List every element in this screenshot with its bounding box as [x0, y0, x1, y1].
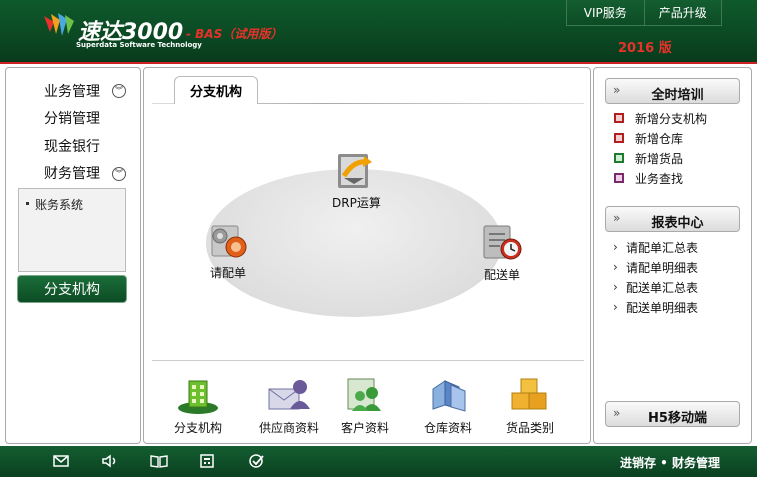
- training-link-business-search[interactable]: 业务查找: [635, 170, 683, 187]
- quick-branch[interactable]: 分支机构: [174, 375, 222, 436]
- node-label: DRP运算: [332, 196, 381, 210]
- gear-order-icon: [211, 225, 247, 258]
- quick-label: 仓库资料: [424, 421, 473, 435]
- sidebar-item-distribution[interactable]: 分销管理: [44, 109, 100, 129]
- arrow-right-icon: ›: [613, 300, 618, 314]
- h5-mobile-button[interactable]: » H5移动端: [605, 401, 740, 427]
- training-link-add-goods[interactable]: 新增货品: [635, 150, 683, 167]
- sidebar-item-finance[interactable]: 财务管理: [44, 164, 100, 184]
- report-center-title: 报表中心: [651, 216, 704, 231]
- brand-logo-icon: [44, 13, 74, 36]
- warehouse-icon: [432, 380, 466, 412]
- report-link-delivery-summary[interactable]: 配送单汇总表: [626, 279, 698, 296]
- quick-label: 客户资料: [341, 421, 390, 435]
- main-panel: 分支机构 DRP运算 请配单 配送单 分支机构 供应商资料 客户资料 仓库资料 …: [143, 67, 591, 444]
- arrow-right-icon: ›: [613, 240, 618, 254]
- report-link-request-detail[interactable]: 请配单明细表: [626, 259, 698, 276]
- sidebar-item-cash-bank[interactable]: 现金银行: [44, 137, 100, 157]
- chevron-down-icon[interactable]: ︾: [112, 84, 126, 98]
- training-link-add-branch[interactable]: 新增分支机构: [635, 110, 707, 127]
- node-label: 配送单: [483, 268, 520, 282]
- red-book-icon: [614, 133, 624, 143]
- arrow-right-icon: ›: [613, 280, 618, 294]
- red-book-icon: [614, 113, 624, 123]
- quick-label: 供应商资料: [259, 421, 320, 435]
- report-link-delivery-detail[interactable]: 配送单明细表: [626, 299, 698, 316]
- goods-boxes-icon: [511, 378, 547, 410]
- header-bar: 速达3000 Superdata Software Technology - B…: [0, 0, 757, 64]
- delivery-clock-icon: [483, 225, 522, 260]
- finance-submenu: 账务系统: [18, 188, 126, 272]
- quick-supplier[interactable]: 供应商资料: [259, 375, 319, 436]
- training-button[interactable]: » 全时培训: [605, 78, 740, 104]
- branch-module-button[interactable]: 分支机构: [17, 275, 127, 303]
- check-circle-icon[interactable]: [247, 453, 265, 469]
- right-panel: » 全时培训 新增分支机构 新增仓库 新增货品 业务查找 » 报表中心 › 请配…: [593, 67, 752, 444]
- arrow-right-icon: ›: [613, 260, 618, 274]
- footer-bar: 进销存 • 财务管理: [0, 446, 757, 477]
- section-divider: [152, 360, 584, 361]
- quick-warehouse[interactable]: 仓库资料: [424, 375, 472, 436]
- quick-label: 货品类别: [506, 421, 555, 435]
- quick-label: 分支机构: [174, 421, 223, 435]
- app-window: 速达3000 Superdata Software Technology - B…: [0, 0, 757, 477]
- node-drp[interactable]: DRP运算: [332, 148, 381, 211]
- product-upgrade-link[interactable]: 产品升级: [643, 0, 722, 25]
- mail-icon[interactable]: [52, 453, 70, 469]
- book-icon[interactable]: [150, 453, 168, 469]
- training-title: 全时培训: [651, 88, 704, 103]
- edition-label: - BAS（试用版）: [186, 27, 283, 41]
- calculator-icon[interactable]: [198, 453, 216, 469]
- sidebar-item-business[interactable]: 业务管理: [44, 82, 100, 102]
- node-label: 请配单: [209, 266, 246, 280]
- footer-product-label: 进销存 • 财务管理: [620, 456, 721, 470]
- tab-branch[interactable]: 分支机构: [174, 76, 258, 104]
- h5-mobile-title: H5移动端: [648, 411, 707, 426]
- green-book-icon: [614, 153, 624, 163]
- customer-icon: [347, 378, 381, 411]
- drp-calc-icon: [338, 154, 373, 188]
- node-request-order[interactable]: 请配单: [206, 220, 250, 281]
- report-center-button[interactable]: » 报表中心: [605, 206, 740, 232]
- node-delivery-order[interactable]: 配送单: [480, 222, 524, 283]
- branch-building-icon: [178, 380, 218, 414]
- brand-subtitle: Superdata Software Technology: [76, 41, 202, 49]
- vip-service-link[interactable]: VIP服务: [567, 0, 644, 25]
- quick-goods-category[interactable]: 货品类别: [506, 375, 554, 436]
- training-link-add-warehouse[interactable]: 新增仓库: [635, 130, 683, 147]
- sidebar: 业务管理 ︾ 分销管理 现金银行 财务管理 ︾ 账务系统 分支机构: [5, 67, 141, 444]
- purple-book-icon: [614, 173, 624, 183]
- submenu-item-accounting[interactable]: 账务系统: [25, 196, 83, 213]
- speaker-icon[interactable]: [101, 453, 119, 469]
- version-year: 2016 版: [618, 41, 672, 56]
- supplier-icon: [268, 380, 310, 410]
- report-link-request-summary[interactable]: 请配单汇总表: [626, 239, 698, 256]
- quick-customer[interactable]: 客户资料: [341, 375, 389, 436]
- top-links: VIP服务 产品升级: [566, 0, 722, 26]
- chevron-down-icon[interactable]: ︾: [112, 167, 126, 181]
